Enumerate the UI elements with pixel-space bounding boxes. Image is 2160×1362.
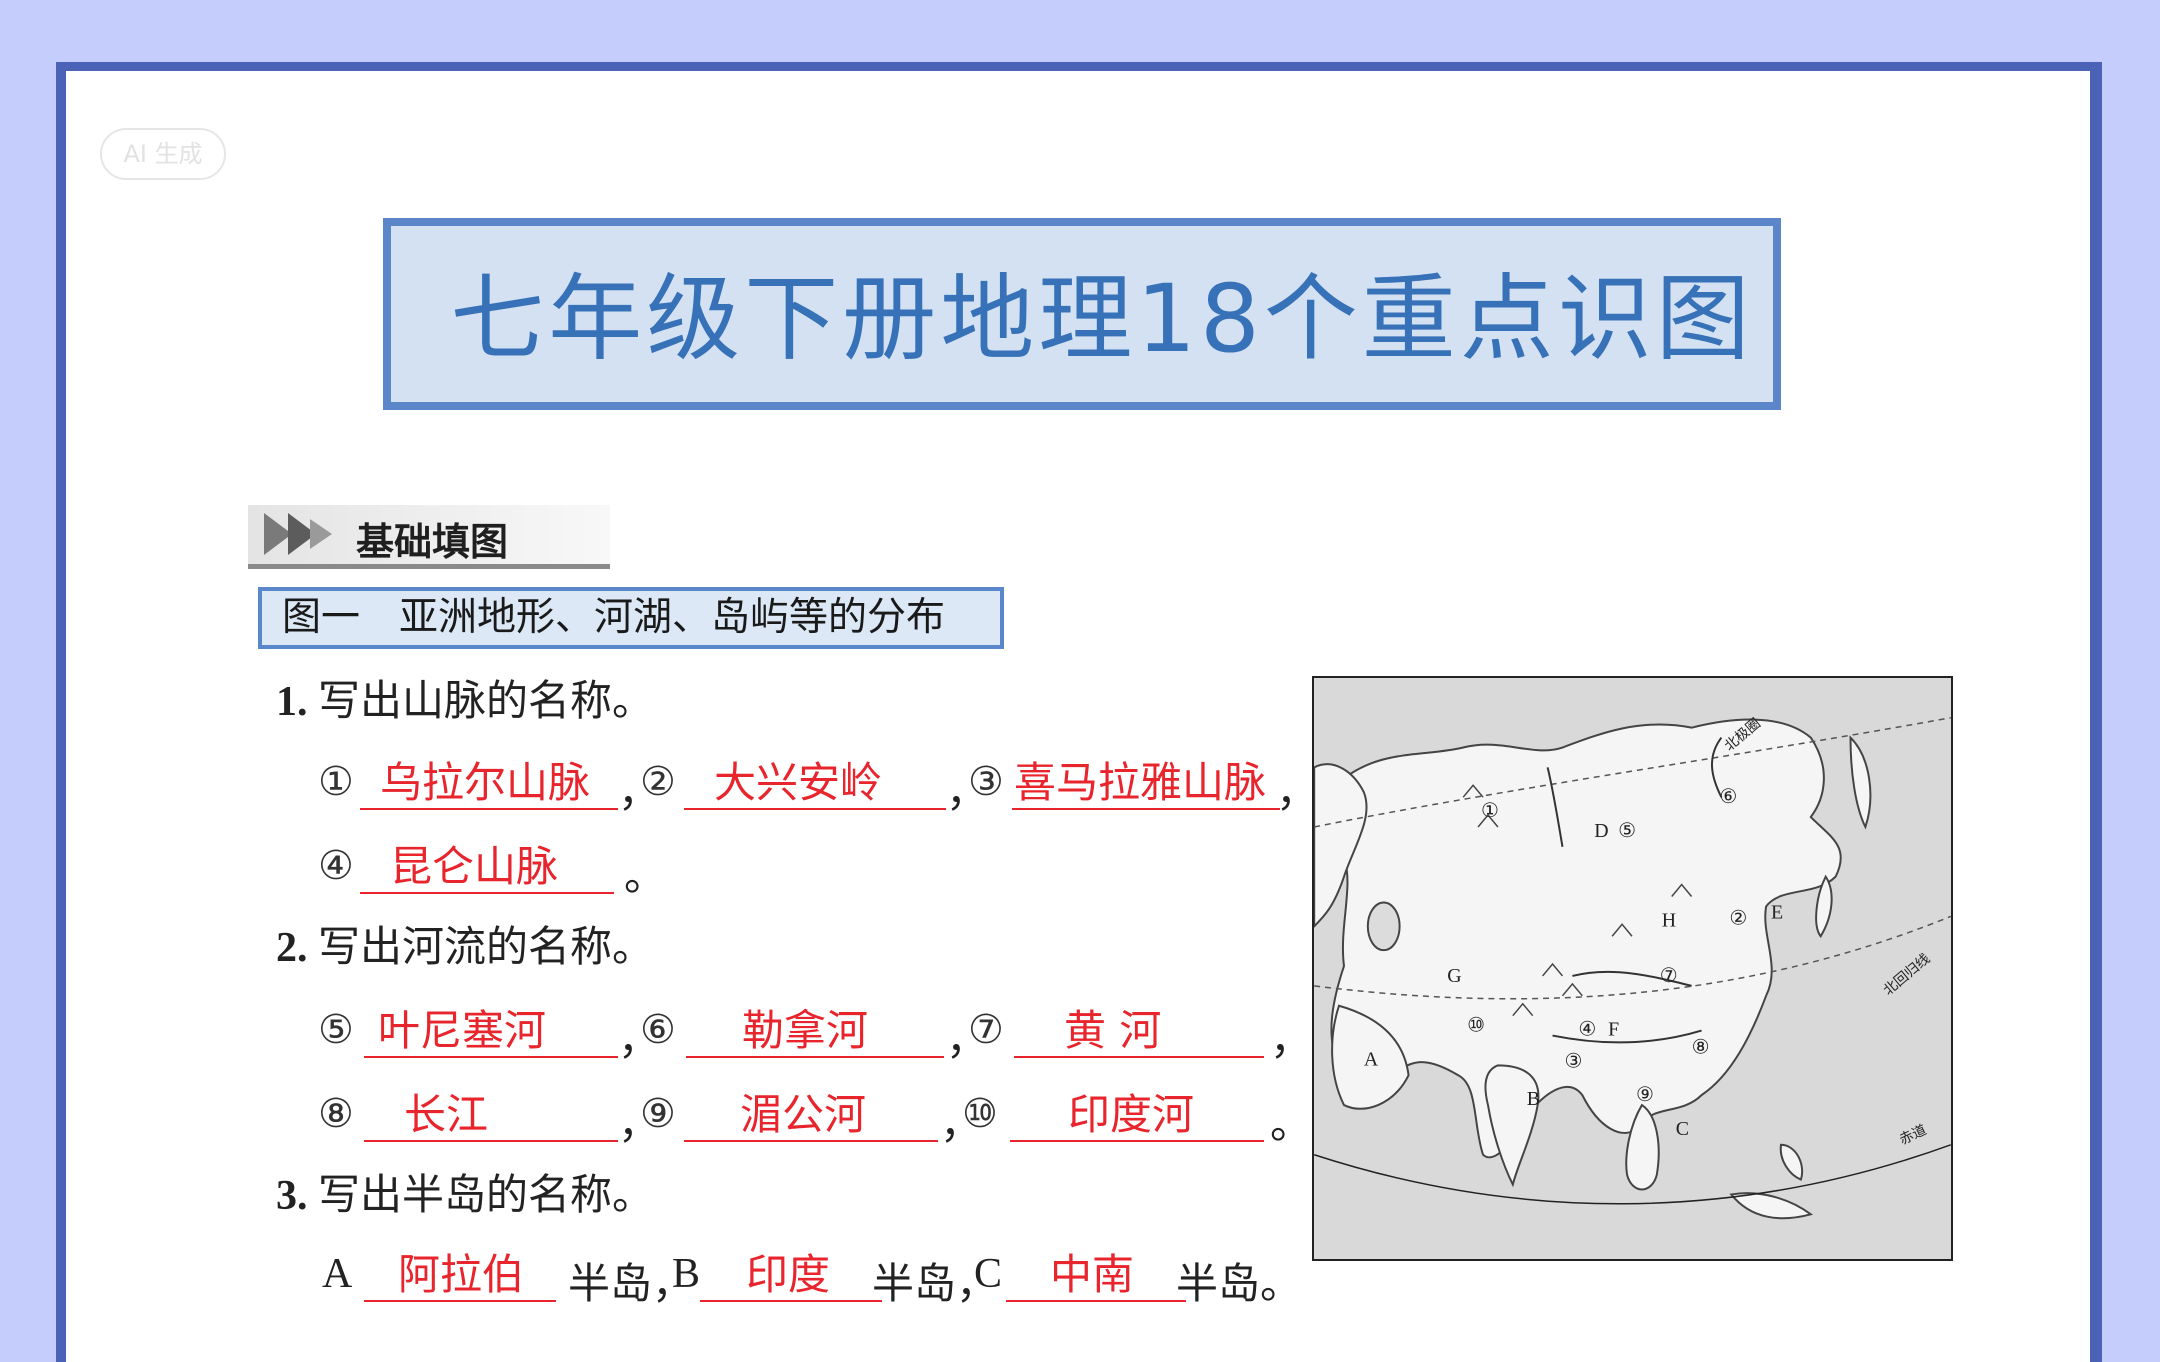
answer-blank: 长江 (364, 1090, 618, 1142)
marker: ④ (318, 843, 354, 888)
map-label-H: H (1662, 909, 1676, 931)
map-label-A: A (1364, 1048, 1379, 1070)
question-text: 写出山脉的名称。 (318, 679, 655, 725)
map-label-1: ① (1481, 800, 1499, 822)
period: 。 (1270, 1102, 1313, 1148)
section-header: 基础填图 (248, 505, 610, 569)
answer-blank: 阿拉伯 (364, 1250, 556, 1302)
marker: ⑦ (968, 1007, 1004, 1052)
marker: ① (318, 759, 354, 804)
map-label-7: ⑦ (1660, 965, 1678, 987)
period: 。 (624, 854, 667, 900)
answer-blank: 大兴安岭 (684, 758, 946, 810)
answer-blank: 叶尼塞河 (364, 1006, 618, 1058)
suffix: 半岛 (1176, 1262, 1261, 1308)
question-number: 1. (276, 679, 308, 725)
map-label-10: ⑩ (1467, 1015, 1485, 1037)
page-title: 七年级下册地理18个重点识图 (450, 265, 1754, 374)
marker: ⑥ (640, 1007, 676, 1052)
marker: ⑨ (640, 1091, 676, 1136)
question-1: 1. 写出山脉的名称。 (276, 676, 654, 728)
answer-blank: 中南 (1006, 1250, 1186, 1302)
marker: ② (640, 759, 676, 804)
map-label-2: ② (1729, 907, 1747, 929)
map-label-5: ⑤ (1618, 820, 1636, 842)
question-2: 2. 写出河流的名称。 (276, 922, 654, 974)
answer-blank: 印度河 (1010, 1090, 1264, 1142)
marker: ⑤ (318, 1007, 354, 1052)
map-label-C: C (1676, 1118, 1689, 1140)
double-arrow-icon (264, 513, 332, 555)
ai-watermark: AI 生成 (100, 128, 226, 180)
marker: ⑧ (318, 1091, 354, 1136)
answer-blank: 印度 (700, 1250, 882, 1302)
map-label-G: G (1447, 965, 1461, 987)
map-label-3: ③ (1564, 1050, 1582, 1072)
letter: C (974, 1251, 1003, 1297)
answer-blank: 勒拿河 (686, 1006, 944, 1058)
question-number: 3. (276, 1173, 308, 1219)
asia-map: ① ② ③ ④ ⑤ ⑥ ⑦ ⑧ ⑨ ⑩ A B C D E F G H 北极圈 … (1312, 676, 1953, 1261)
question-text: 写出河流的名称。 (318, 925, 655, 971)
figure-title: 图一 亚洲地形、河湖、岛屿等的分布 (258, 587, 1004, 649)
map-label-D: D (1594, 820, 1608, 842)
map-label-F: F (1608, 1019, 1619, 1041)
answer-blank: 黄 河 (1014, 1006, 1264, 1058)
question-number: 2. (276, 925, 308, 971)
map-label-B: B (1527, 1088, 1540, 1110)
map-label-4: ④ (1578, 1019, 1596, 1041)
question-3: 3. 写出半岛的名称。 (276, 1170, 654, 1222)
answer-blank: 喜马拉雅山脉 (1012, 758, 1280, 810)
answer-blank: 湄公河 (684, 1090, 938, 1142)
marker: ⑩ (962, 1091, 998, 1136)
title-banner: 七年级下册地理18个重点识图 (383, 218, 1781, 410)
answer-blank: 昆仑山脉 (360, 842, 614, 894)
suffix: 半岛 (872, 1262, 957, 1308)
marker: ③ (968, 759, 1004, 804)
answer-blank: 乌拉尔山脉 (360, 758, 618, 810)
comma: ， (1270, 1018, 1313, 1064)
period: 。 (1260, 1262, 1303, 1308)
letter: B (672, 1251, 701, 1297)
map-label-E: E (1771, 901, 1783, 923)
asia-map-drawing: ① ② ③ ④ ⑤ ⑥ ⑦ ⑧ ⑨ ⑩ A B C D E F G H 北极圈 … (1314, 678, 1951, 1259)
suffix: 半岛 (568, 1262, 653, 1308)
letter: A (322, 1251, 353, 1297)
section-label: 基础填图 (356, 520, 509, 564)
map-label-6: ⑥ (1719, 786, 1737, 808)
question-text: 写出半岛的名称。 (318, 1173, 655, 1219)
map-label-8: ⑧ (1692, 1036, 1710, 1058)
map-label-9: ⑨ (1636, 1084, 1654, 1106)
